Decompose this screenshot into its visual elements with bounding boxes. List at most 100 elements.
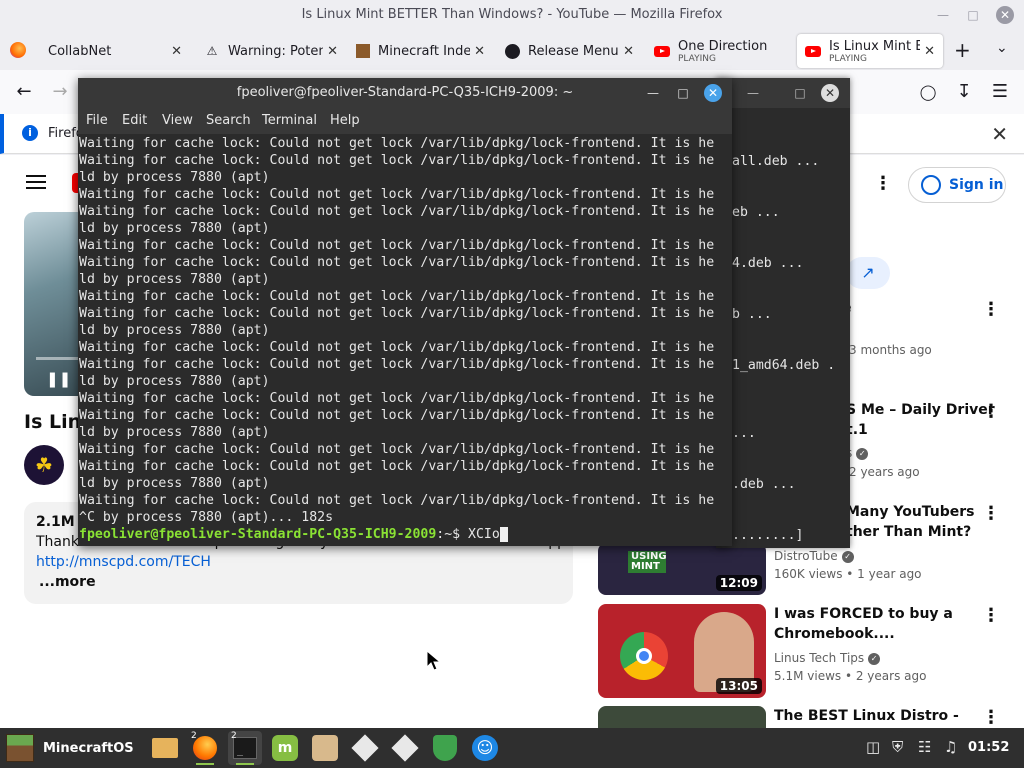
folder-icon — [152, 738, 178, 758]
tab-title: CollabNet — [48, 43, 112, 59]
window-count-badge: 2 — [191, 731, 197, 741]
firefox-view-icon[interactable] — [10, 42, 26, 58]
close-tab-icon[interactable]: ✕ — [924, 44, 935, 59]
close-window-icon[interactable]: ✕ — [996, 6, 1014, 24]
verified-icon: ✓ — [868, 652, 881, 665]
rec-thumbnail[interactable]: USING MINT 12:09 — [598, 543, 766, 595]
tab-linux-mint[interactable]: Is Linux Mint BE PLAYING ✕ — [797, 34, 943, 68]
video-progress-bar[interactable] — [36, 357, 84, 360]
background-terminal-window[interactable]: — □ ✕ all.deb ... eb ... 4.deb ... b ...… — [716, 78, 850, 548]
tab-one-direction[interactable]: One Direction PLAYING — [646, 34, 792, 68]
terminal-line: Waiting for cache lock: Could not get lo… — [79, 408, 715, 423]
minimize-icon[interactable]: — — [644, 84, 662, 102]
sound-icon[interactable]: ♫ — [944, 738, 957, 756]
rec-thumbnail[interactable]: 13:05 — [598, 604, 766, 698]
rec-kebab-icon[interactable]: ⋮ — [982, 605, 1000, 626]
accessibility-launcher[interactable]: ☺ — [468, 731, 502, 765]
tab-release[interactable]: Release Menul ✕ — [497, 34, 642, 68]
terminal-prompt-line[interactable]: fpeoliver@fpeoliver-Standard-PC-Q35-ICH9… — [79, 526, 719, 543]
terminal-line: Waiting for cache lock: Could not get lo… — [79, 204, 715, 219]
external-link-icon[interactable]: ↗ — [846, 257, 890, 289]
back-icon[interactable]: ← — [12, 80, 36, 104]
files-launcher[interactable] — [148, 731, 182, 765]
hamburger-menu-icon[interactable] — [26, 175, 46, 189]
close-icon[interactable]: ✕ — [821, 84, 839, 102]
terminal-line: ld by process 7880 (apt) — [79, 170, 270, 185]
maximize-icon[interactable]: □ — [964, 6, 982, 24]
package-icon — [391, 734, 419, 762]
rec-kebab-icon[interactable]: ⋮ — [982, 401, 1000, 422]
close-tab-icon[interactable]: ✕ — [623, 44, 634, 59]
close-tab-icon[interactable]: ✕ — [474, 44, 485, 59]
terminal-line: ld by process 7880 (apt) — [79, 425, 270, 440]
terminal-launcher[interactable]: 2 _ — [228, 731, 262, 765]
terminal-line: Waiting for cache lock: Could not get lo… — [79, 153, 715, 168]
mint-update-launcher[interactable]: m — [268, 731, 302, 765]
shield-tray-icon[interactable]: ⛨ — [892, 738, 903, 756]
terminal-window[interactable]: fpeoliver@fpeoliver-Standard-PC-Q35-ICH9… — [78, 78, 732, 546]
verified-icon: ✓ — [841, 550, 854, 563]
terminal-line: eb ... — [732, 205, 780, 220]
terminal-line: Waiting for cache lock: Could not get lo… — [79, 442, 715, 457]
archive-launcher[interactable] — [308, 731, 342, 765]
info-icon: i — [22, 125, 38, 141]
package-launcher[interactable] — [348, 731, 382, 765]
settings-kebab-icon[interactable]: ⋮ — [874, 173, 892, 194]
maximize-icon[interactable]: □ — [674, 84, 692, 102]
firefox-launcher[interactable]: 2 — [188, 731, 222, 765]
security-launcher[interactable] — [428, 731, 462, 765]
menu-icon[interactable]: ☰ — [988, 80, 1012, 104]
tab-minecraft[interactable]: Minecraft Index ✕ — [348, 34, 493, 68]
list-tabs-icon[interactable]: ⌄ — [996, 40, 1008, 56]
tab-title: Warning: Poten — [228, 43, 324, 59]
terminal-line: ld by process 7880 (apt) — [79, 221, 270, 236]
pocket-icon[interactable]: ◯ — [916, 80, 940, 104]
close-icon[interactable]: ✕ — [704, 84, 722, 102]
rec-title[interactable]: I was FORCED to buy a Chromebook.... — [774, 604, 974, 644]
tab-collabnet[interactable]: CollabNet ✕ — [40, 34, 190, 68]
sign-in-button[interactable]: Sign in — [908, 167, 1006, 203]
menu-terminal[interactable]: Terminal — [262, 113, 317, 128]
close-tab-icon[interactable]: ✕ — [171, 44, 182, 59]
terminal-line: ld by process 7880 (apt) — [79, 476, 270, 491]
clipboard-icon[interactable]: ◫ — [866, 738, 880, 756]
rec-thumbnail[interactable] — [598, 706, 766, 728]
network-icon[interactable]: ☷ — [918, 738, 931, 756]
package-launcher-2[interactable] — [388, 731, 422, 765]
terminal-line: 4.deb ... — [732, 256, 804, 271]
rec-kebab-icon[interactable]: ⋮ — [982, 707, 1000, 728]
maximize-icon[interactable]: □ — [791, 84, 809, 102]
close-notification-icon[interactable]: ✕ — [991, 122, 1008, 146]
command-input[interactable]: XCIo — [468, 527, 500, 542]
menu-file[interactable]: File — [86, 113, 108, 128]
show-more-button[interactable]: ...more — [39, 574, 96, 590]
pause-icon[interactable]: ❚❚ — [46, 370, 71, 388]
tab-playing-label: PLAYING — [678, 53, 716, 64]
menu-help[interactable]: Help — [330, 113, 360, 128]
new-tab-icon[interactable]: + — [954, 38, 971, 62]
downloads-icon[interactable]: ↧ — [952, 80, 976, 104]
start-menu-button[interactable]: MinecraftOS — [0, 728, 140, 768]
channel-avatar[interactable]: ☘ — [24, 445, 64, 485]
rec-kebab-icon[interactable]: ⋮ — [982, 299, 1000, 320]
minimize-icon[interactable]: — — [744, 84, 762, 102]
forward-icon[interactable]: → — [48, 80, 72, 104]
clock[interactable]: 01:52 — [968, 740, 1009, 755]
accessibility-icon: ☺ — [472, 735, 498, 761]
menu-view[interactable]: View — [162, 113, 193, 128]
rec-kebab-icon[interactable]: ⋮ — [982, 503, 1000, 524]
terminal-output[interactable]: Waiting for cache lock: Could not get lo… — [78, 134, 732, 546]
minimize-icon[interactable]: — — [934, 6, 952, 24]
tab-title: Release Menul — [528, 43, 620, 59]
terminal-line: ... — [732, 426, 756, 441]
tab-warning[interactable]: ⚠ Warning: Poten ✕ — [196, 34, 346, 68]
description-link[interactable]: http://mnscpd.com/TECH — [36, 554, 211, 570]
video-player[interactable]: ❚❚ — [24, 212, 84, 396]
package-icon — [351, 734, 379, 762]
terminal-line: Waiting for cache lock: Could not get lo… — [79, 340, 715, 355]
close-tab-icon[interactable]: ✕ — [327, 44, 338, 59]
menu-search[interactable]: Search — [206, 113, 251, 128]
terminal-line: Waiting for cache lock: Could not get lo… — [79, 255, 715, 270]
terminal-titlebar[interactable]: fpeoliver@fpeoliver-Standard-PC-Q35-ICH9… — [78, 78, 732, 108]
menu-edit[interactable]: Edit — [122, 113, 147, 128]
